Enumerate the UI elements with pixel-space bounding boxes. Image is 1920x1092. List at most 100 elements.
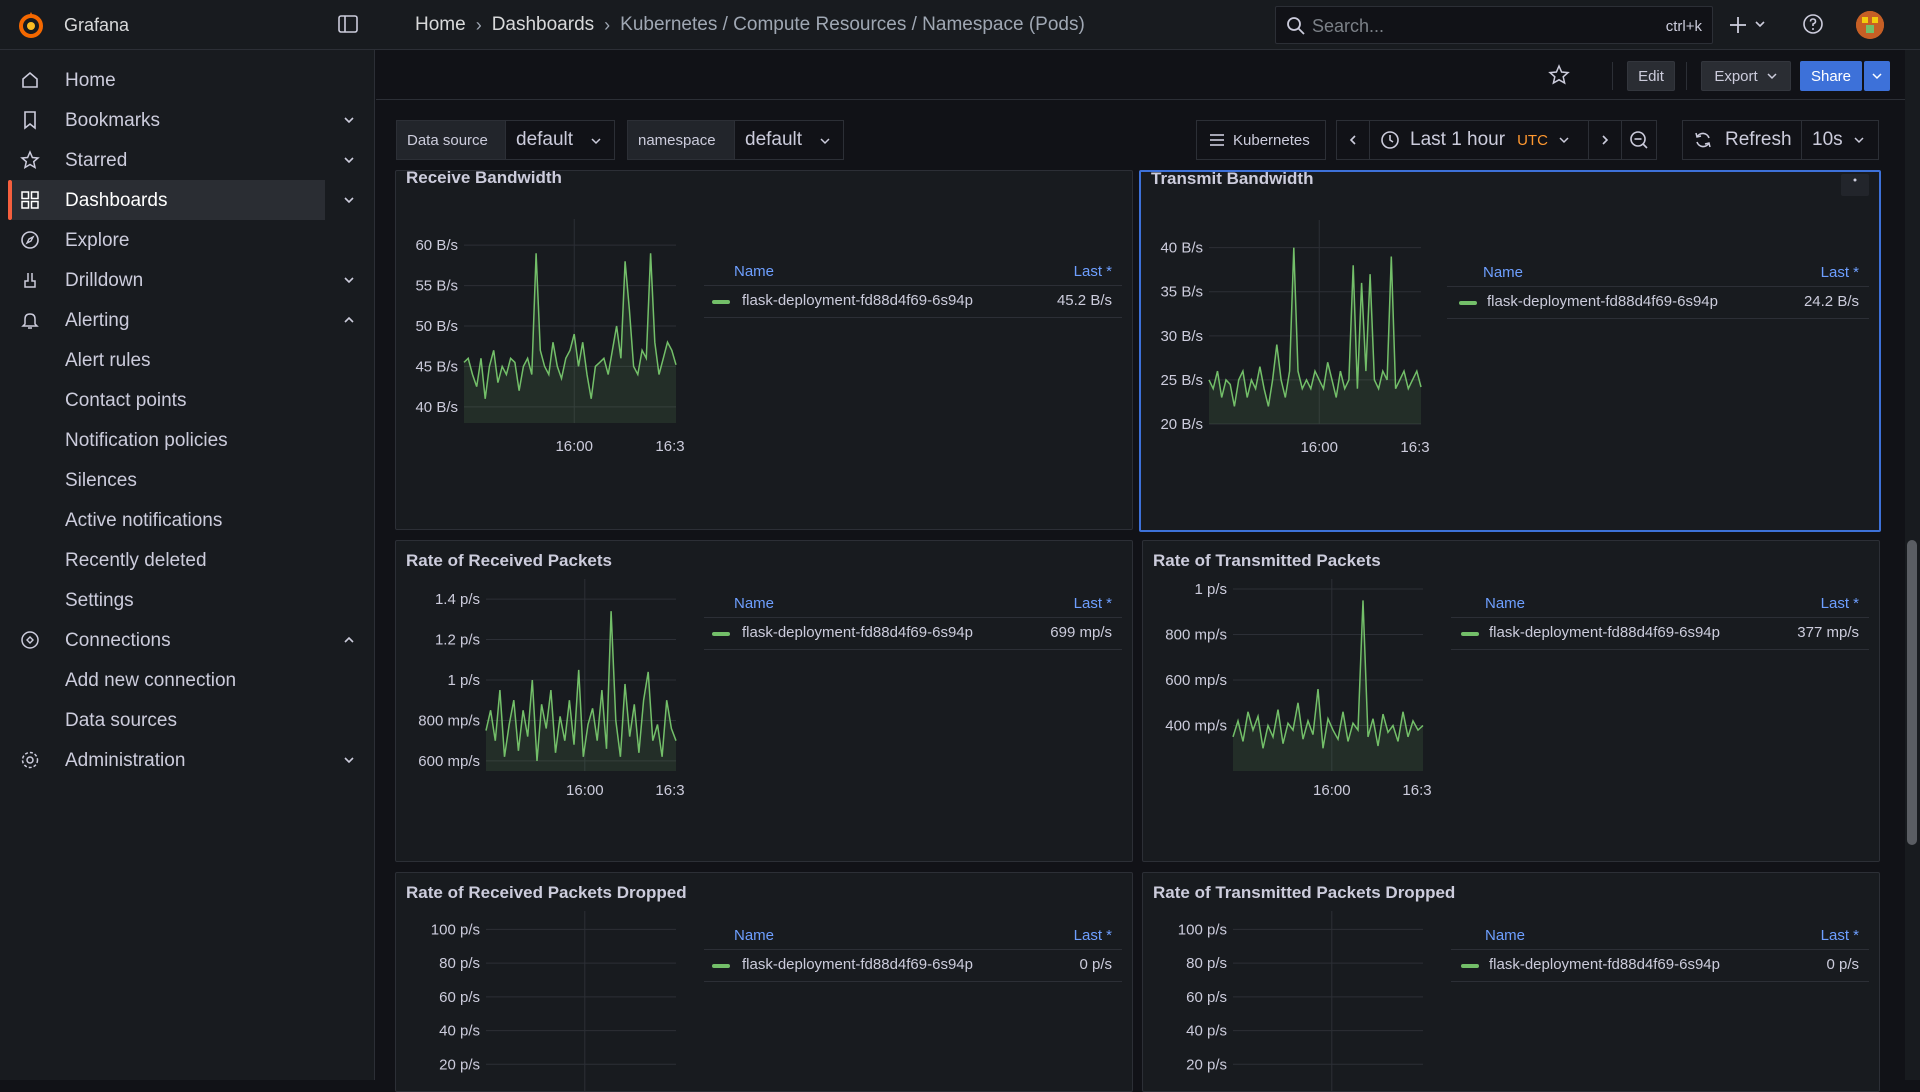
sidebar-item-label: Starred (65, 150, 128, 171)
panel-transmit-bandwidth[interactable]: Transmit Bandwidth 40 B/s 35 B/s 30 B/s 25 … (1139, 170, 1881, 532)
breadcrumb-home[interactable]: Home (415, 14, 466, 36)
legend-divider (704, 649, 1122, 650)
sidebar-item-label: Notification policies (65, 430, 228, 451)
legend-series-name[interactable]: flask-deployment-fd88d4f69-6s94p (742, 956, 973, 973)
chevron-down-icon[interactable] (342, 113, 356, 127)
breadcrumb-dashboards[interactable]: Dashboards (492, 14, 594, 36)
chevron-down-icon (1872, 73, 1882, 80)
edit-button[interactable]: Edit (1627, 61, 1675, 91)
legend-header-name[interactable]: Name (734, 595, 774, 612)
sidebar-item-active-notifications[interactable]: Active notifications (0, 500, 375, 540)
legend-series-last: 699 mp/s (1050, 624, 1112, 641)
page-scrollbar-thumb[interactable] (1907, 540, 1917, 845)
chevron-down-icon[interactable] (342, 153, 356, 167)
sidebar-item-drilldown[interactable]: Drilldown (0, 260, 375, 300)
legend-series-name[interactable]: flask-deployment-fd88d4f69-6s94p (1489, 624, 1720, 641)
chevron-up-icon[interactable] (342, 313, 356, 327)
panel-rate-of-received-packets[interactable]: Rate of Received Packets 1.4 p/s 1.2 p/s 1… (395, 540, 1133, 862)
legend-header-last[interactable]: Last * (1074, 595, 1112, 612)
legend-header-name[interactable]: Name (734, 927, 774, 944)
legend-header-last[interactable]: Last * (1821, 927, 1859, 944)
top-bar: Grafana Home › Dashboards › Kubernetes /… (0, 0, 1920, 50)
time-shift-back-button[interactable] (1336, 120, 1370, 160)
panel-receive-bandwidth[interactable]: Receive Bandwidth 60 B/s 55 B/s 50 B/s 45 B… (395, 170, 1133, 530)
legend-series-name[interactable]: flask-deployment-fd88d4f69-6s94p (742, 624, 973, 641)
sidebar-item-explore[interactable]: Explore (0, 220, 375, 260)
refresh-interval-picker[interactable]: 10s (1801, 120, 1879, 160)
share-button[interactable]: Share (1800, 61, 1862, 91)
chevron-left-icon (1349, 135, 1356, 145)
x-tick-label: 16:00 (1313, 782, 1351, 799)
sidebar-item-label: Settings (65, 590, 134, 611)
star-icon (20, 150, 40, 170)
x-tick-label: 16:00 (555, 438, 593, 455)
sidebar-item-label: Home (65, 70, 116, 91)
legend-header-name[interactable]: Name (1485, 595, 1525, 612)
datasource-variable-select[interactable]: default (505, 120, 615, 160)
legend-header-name[interactable]: Name (1483, 264, 1523, 281)
series-color-swatch (1461, 632, 1479, 636)
grafana-logo-icon[interactable] (16, 10, 46, 40)
dock-menu-icon[interactable] (338, 15, 358, 33)
legend-header-name[interactable]: Name (1485, 927, 1525, 944)
chevron-down-icon[interactable] (342, 753, 356, 767)
sidebar-item-alert-rules[interactable]: Alert rules (0, 340, 375, 380)
sidebar-item-recently-deleted[interactable]: Recently deleted (0, 540, 375, 580)
zoom-out-button[interactable] (1621, 120, 1657, 160)
search-input[interactable]: Search... ctrl+k (1275, 6, 1713, 44)
sidebar-item-bookmarks[interactable]: Bookmarks (0, 100, 375, 140)
chevron-down-icon[interactable] (342, 273, 356, 287)
legend-header-last[interactable]: Last * (1821, 264, 1859, 281)
sidebar-item-connections[interactable]: Connections (0, 620, 375, 660)
legend-series-last: 0 p/s (1079, 956, 1112, 973)
sidebar-item-label: Silences (65, 470, 137, 491)
sidebar-item-notification-policies[interactable]: Notification policies (0, 420, 375, 460)
dashboard-toolbar: Edit Export Share (376, 50, 1920, 100)
sidebar-item-administration[interactable]: Administration (0, 740, 375, 780)
sidebar-item-add-new-connection[interactable]: Add new connection (0, 660, 375, 700)
sidebar-item-starred[interactable]: Starred (0, 140, 375, 180)
sidebar-item-alerting[interactable]: Alerting (0, 300, 375, 340)
sidebar-item-contact-points[interactable]: Contact points (0, 380, 375, 420)
compass-icon (21, 231, 39, 249)
y-tick-label: 600 mp/s (418, 753, 480, 770)
legend-divider (704, 285, 1122, 286)
zoom-out-icon (1630, 131, 1648, 149)
legend-series-name[interactable]: flask-deployment-fd88d4f69-6s94p (1487, 293, 1718, 310)
sidebar-item-dashboards[interactable]: Dashboards (0, 180, 375, 220)
sidebar-item-label: Add new connection (65, 670, 237, 691)
refresh-button[interactable]: Refresh (1682, 120, 1802, 160)
star-icon[interactable] (1548, 64, 1570, 86)
sidebar-item-label: Alert rules (65, 350, 151, 371)
legend-header-last[interactable]: Last * (1821, 595, 1859, 612)
chevron-right-icon (1602, 135, 1609, 145)
legend-series-name[interactable]: flask-deployment-fd88d4f69-6s94p (1489, 956, 1720, 973)
panel-menu-button[interactable] (1841, 174, 1869, 196)
panel-rate-of-transmitted-packets-dropped[interactable]: Rate of Transmitted Packets Dropped 100 … (1142, 872, 1880, 1092)
sidebar-item-silences[interactable]: Silences (0, 460, 375, 500)
panel-rate-of-transmitted-packets[interactable]: Rate of Transmitted Packets 1 p/s 800 mp/… (1142, 540, 1880, 862)
add-new-icon[interactable] (1728, 12, 1774, 38)
search-placeholder: Search... (1312, 16, 1385, 36)
chevron-up-icon[interactable] (342, 633, 356, 647)
time-shift-forward-button[interactable] (1588, 120, 1622, 160)
dashboard-main: Edit Export Share Data source default na… (376, 50, 1920, 1092)
legend-header-last[interactable]: Last * (1074, 927, 1112, 944)
sidebar-item-settings[interactable]: Settings (0, 580, 375, 620)
sidebar-item-data-sources[interactable]: Data sources (0, 700, 375, 740)
brand-name: Grafana (64, 15, 130, 35)
legend-header-last[interactable]: Last * (1074, 263, 1112, 280)
sidebar-item-home[interactable]: Home (0, 60, 375, 100)
panel-rate-of-received-packets-dropped[interactable]: Rate of Received Packets Dropped 100 p/s… (395, 872, 1133, 1092)
chevron-down-icon[interactable] (342, 193, 356, 207)
avatar[interactable] (1856, 11, 1884, 39)
export-button[interactable]: Export (1701, 61, 1791, 91)
help-icon[interactable] (1802, 13, 1824, 35)
time-range-picker[interactable]: Last 1 hour UTC (1369, 120, 1589, 160)
legend-header-name[interactable]: Name (734, 263, 774, 280)
share-options-button[interactable] (1864, 61, 1890, 91)
namespace-variable-select[interactable]: default (734, 120, 844, 160)
legend-series-name[interactable]: flask-deployment-fd88d4f69-6s94p (742, 292, 973, 309)
legend-divider (704, 981, 1122, 982)
kubernetes-links-button[interactable]: Kubernetes (1196, 120, 1326, 160)
